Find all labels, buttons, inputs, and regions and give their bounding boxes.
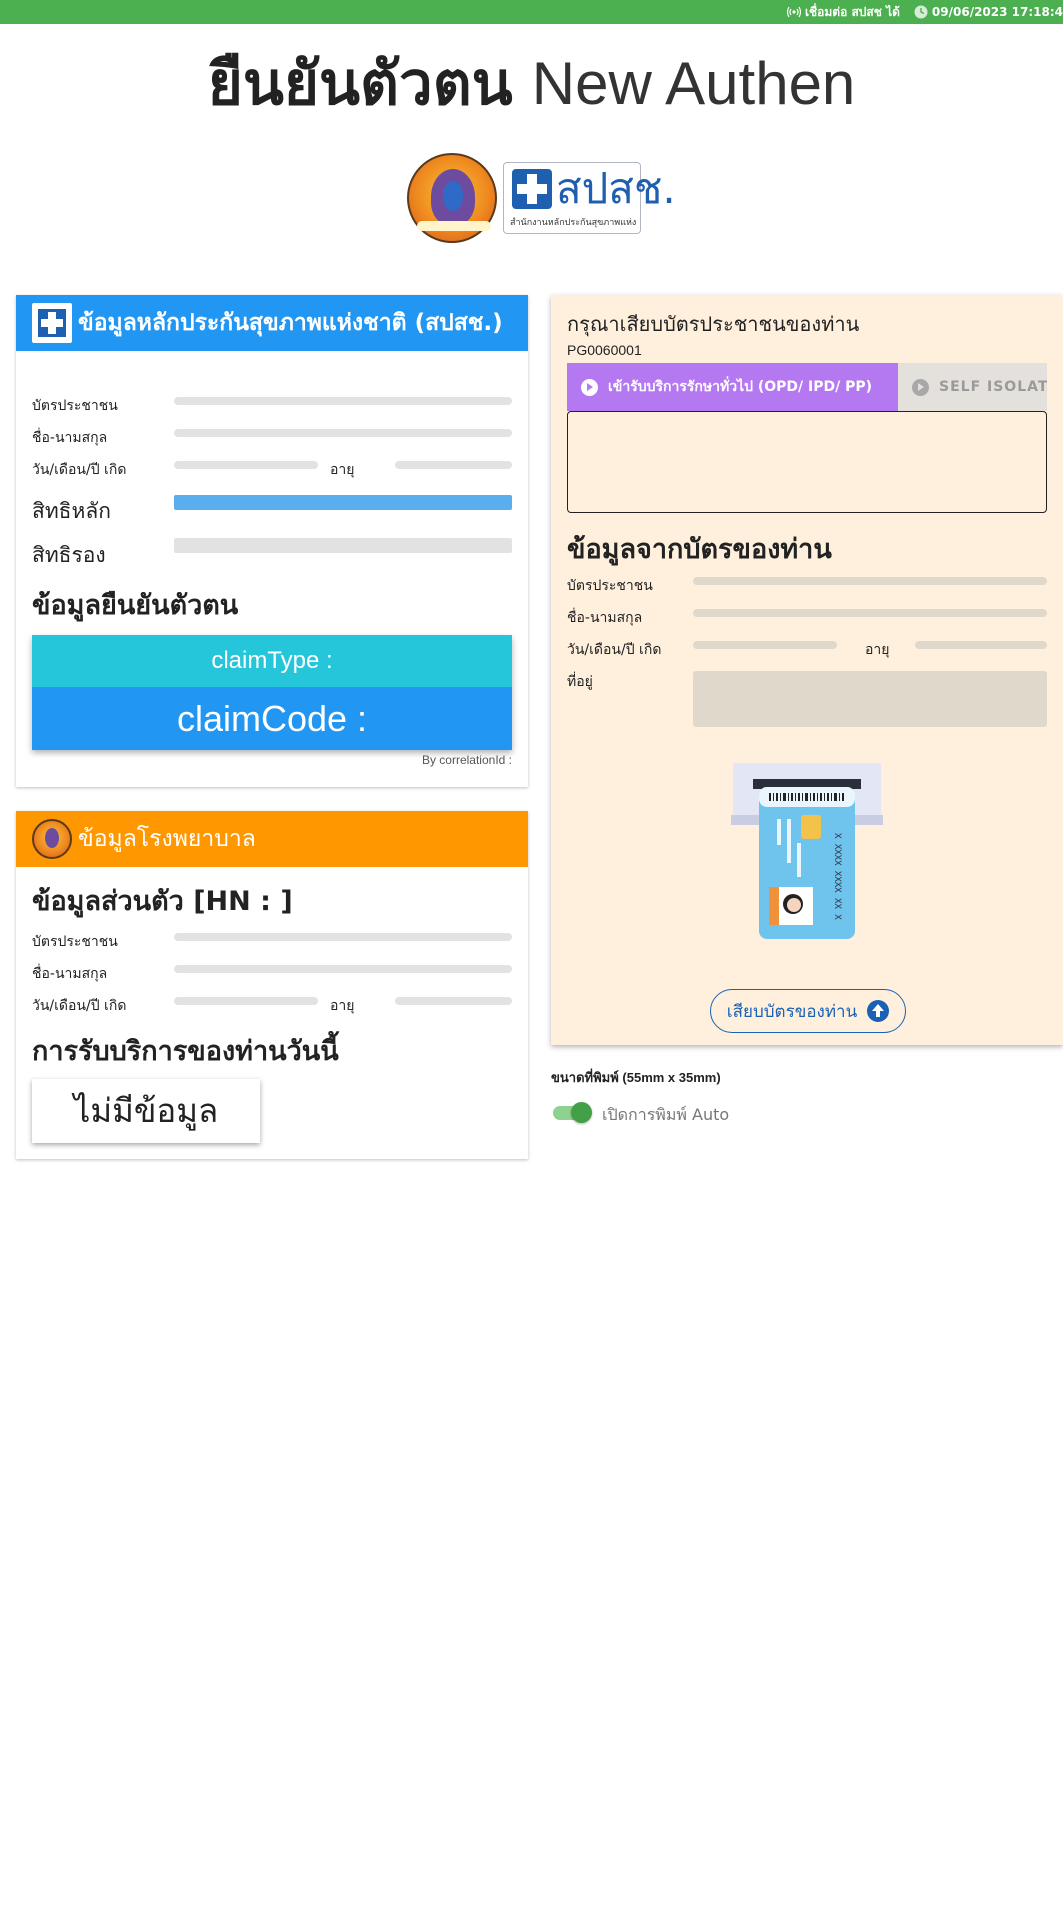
nhso-name-value [174,429,512,437]
hospital-id-row: บัตรประชาชน [32,931,512,951]
insert-card-button-label: เสียบบัตรของท่าน [726,1001,858,1022]
no-data-button[interactable]: ไม่มีข้อมูล [32,1079,260,1143]
hospital-seal-icon [32,819,72,859]
personal-info-title: ข้อมูลส่วนตัว [HN : ] [32,886,293,917]
auto-print-label: เปิดการพิมพ์ Auto [602,1105,730,1124]
hospital-id-label: บัตรประชาชน [32,934,118,950]
nhso-main-right-value [174,495,512,510]
hospital-card-title: ข้อมูลโรงพยาบาล [78,826,256,852]
page-title: ยืนยันตัวตน New Authen [0,48,1063,120]
nhso-main-right-label: สิทธิหลัก [32,499,111,523]
connection-text: เชื่อมต่อ สปสช ได้ [804,4,900,19]
service-today-title: การรับบริการของท่านวันนี้ [32,1036,339,1067]
page-title-english: New Authen [531,50,856,117]
card-age-label: อายุ [865,642,890,658]
nhso-sub-right-row: สิทธิรอง [32,538,512,567]
card-id-label: บัตรประชาชน [567,578,653,594]
nhso-age-value [395,461,512,469]
nhso-name-label: ชื่อ-นามสกุล [32,430,108,446]
print-size-label: ขนาดที่พิมพ์ (55mm x 35mm) [551,1070,721,1085]
status-bar: เชื่อมต่อ สปสช ได้ 09/06/2023 17:18:4 [0,0,1063,24]
nhso-info-card: ข้อมูลหลักประกันสุขภาพแห่งชาติ (สปสช.) บ… [16,295,528,787]
auto-print-toggle[interactable] [553,1102,592,1123]
correlation-id: By correlationId : [421,753,512,767]
nhso-main-right-row: สิทธิหลัก [32,495,512,523]
service-tabs: เข้ารับบริการรักษาทั่วไป (OPD/ IPD/ PP) … [567,363,1047,411]
play-circle-icon [581,378,598,396]
card-id-value [693,577,1047,585]
signal-icon [786,6,801,18]
hospital-age-label: อายุ [330,998,355,1014]
card-reader-panel: กรุณาเสียบบัตรประชาชนของท่าน PG0060001 เ… [551,295,1063,1045]
card-name-value [693,609,1047,617]
insert-card-illustration-icon: X XXXX XXXX XX X [731,763,883,939]
nhso-card-header: ข้อมูลหลักประกันสุขภาพแห่งชาติ (สปสช.) [16,295,528,351]
card-name-label: ชื่อ-นามสกุล [567,610,643,626]
claim-code: claimCode : [32,687,512,750]
nhso-name-row: ชื่อ-นามสกุล [32,427,512,447]
card-dob-row: วัน/เดือน/ปี เกิด อายุ [567,639,1047,659]
claim-panel: claimType : claimCode : [32,635,512,750]
nhso-logo: สปสช. สำนักงานหลักประกันสุขภาพแห่งชาติ [503,162,676,234]
card-dob-value [693,641,837,649]
hospital-name-value [174,965,512,973]
nhso-id-row: บัตรประชาชน [32,395,512,415]
hospital-dob-row: วัน/เดือน/ปี เกิด อายุ [32,995,512,1015]
nhso-dob-label: วัน/เดือน/ปี เกิด [32,462,127,478]
card-address-row: ที่อยู่ [567,671,1047,727]
insert-card-prompt: กรุณาเสียบบัตรประชาชนของท่าน [567,312,860,336]
nhso-icon [32,303,72,343]
page-title-thai: ยืนยันตัวตน [207,49,513,119]
hospital-dob-label: วัน/เดือน/ปี เกิด [32,998,127,1014]
clock-icon [914,5,928,19]
hospital-name-row: ชื่อ-นามสกุล [32,963,512,983]
datetime-text: 09/06/2023 17:18:4 [931,5,1063,19]
card-age-value [915,641,1047,649]
auth-section-title: ข้อมูลยืนยันตัวตน [32,590,239,621]
nhso-sub-right-value [174,538,512,553]
nhso-sub-right-label: สิทธิรอง [32,543,106,567]
hospital-name-label: ชื่อ-นามสกุล [32,966,108,982]
card-address-value [693,671,1047,727]
play-circle-icon [912,378,929,396]
nhso-logo-subtitle: สำนักงานหลักประกันสุขภาพแห่งชาติ [510,218,636,228]
insert-card-button[interactable]: เสียบบัตรของท่าน [710,989,906,1033]
upload-arrow-icon [867,1000,890,1022]
card-info-title: ข้อมูลจากบัตรของท่าน [567,534,832,565]
connection-status: เชื่อมต่อ สปสช ได้ [786,3,900,22]
nhso-age-label: อายุ [330,462,355,478]
nhso-id-value [174,397,512,405]
nhso-card-title: ข้อมูลหลักประกันสุขภาพแห่งชาติ (สปสช.) [78,310,503,336]
hospital-seal-logo [407,153,497,243]
nhso-id-label: บัตรประชาชน [32,398,118,414]
card-id-row: บัตรประชาชน [567,575,1047,595]
card-name-row: ชื่อ-นามสกุล [567,607,1047,627]
nhso-dob-row: วัน/เดือน/ปี เกิด อายุ [32,459,512,479]
reader-code: PG0060001 [567,342,642,358]
logos: สปสช. สำนักงานหลักประกันสุขภาพแห่งชาติ [407,152,676,244]
hospital-card-header: ข้อมูลโรงพยาบาล [16,811,528,867]
tab-self-isolation[interactable]: SELF ISOLATIO [898,363,1047,411]
service-detail-textbox[interactable] [567,411,1047,513]
tab-self-isolation-label: SELF ISOLATIO [939,379,1047,395]
claim-type: claimType : [32,635,512,687]
card-address-label: ที่อยู่ [567,674,593,690]
hospital-age-value [395,997,512,1005]
svg-text:X XXXX XXXX XX X: X XXXX XXXX XX X [832,833,842,920]
datetime-status: 09/06/2023 17:18:4 [914,5,1063,19]
hospital-id-value [174,933,512,941]
nhso-dob-value [174,461,318,469]
hospital-info-card: ข้อมูลโรงพยาบาล ข้อมูลส่วนตัว [HN : ] บั… [16,811,528,1159]
nhso-logo-text: สปสช. [556,164,676,213]
card-dob-label: วัน/เดือน/ปี เกิด [567,642,662,658]
hospital-dob-value [174,997,318,1005]
tab-general-service-label: เข้ารับบริการรักษาทั่วไป (OPD/ IPD/ PP) [608,379,873,395]
tab-general-service[interactable]: เข้ารับบริการรักษาทั่วไป (OPD/ IPD/ PP) [567,363,898,411]
nhso-cross-icon [512,169,552,209]
